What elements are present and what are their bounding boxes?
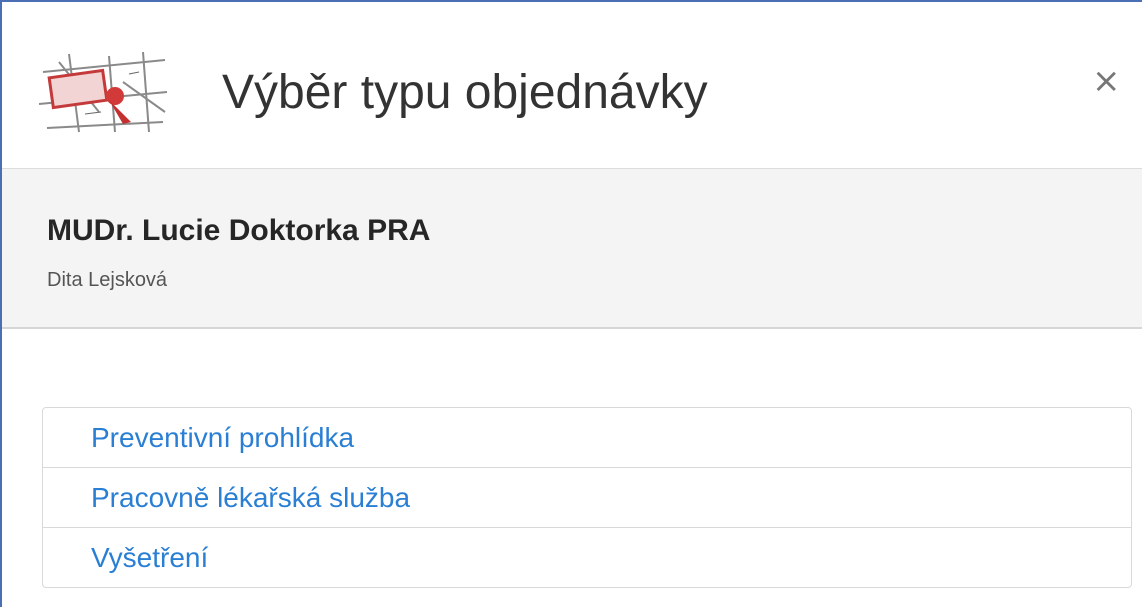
patient-name: Dita Lejsková [47, 269, 168, 291]
doctor-info-panel: MUDr. Lucie Doktorka PRA Dita Lejsková [2, 169, 1142, 329]
doctor-name: MUDr. Lucie Doktorka PRA [47, 214, 431, 247]
close-button[interactable]: × [1092, 64, 1121, 98]
order-type-list: Preventivní prohlídka Pracovně lékařská … [42, 407, 1132, 588]
order-type-occupational-medical-service[interactable]: Pracovně lékařská služba [43, 468, 1131, 528]
order-type-examination[interactable]: Vyšetření [43, 528, 1131, 587]
dialog-header: Výběr typu objednávky × [2, 2, 1142, 169]
dialog-title: Výběr typu objednávky [222, 66, 708, 119]
order-type-dialog: Výběr typu objednávky × MUDr. Lucie Dokt… [0, 0, 1142, 607]
order-type-preventive-checkup[interactable]: Preventivní prohlídka [43, 408, 1131, 468]
map-pin-logo-icon [39, 52, 168, 133]
